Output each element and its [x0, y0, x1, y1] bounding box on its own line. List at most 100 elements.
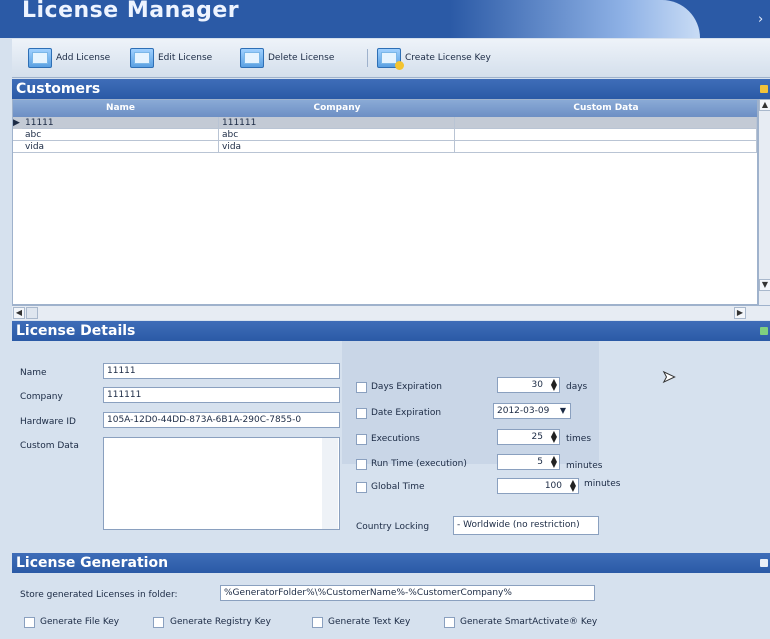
run-time-unit: minutes: [566, 461, 603, 471]
toolbar-separator: [367, 49, 368, 67]
grid-header: Name Company Custom Data: [13, 100, 757, 117]
global-time-value: 100: [544, 481, 562, 491]
date-expiration-label: Date Expiration: [371, 408, 442, 418]
close-icon[interactable]: ›: [758, 12, 763, 27]
column-header-name[interactable]: Name: [22, 100, 219, 117]
cell-custom-data[interactable]: [455, 129, 757, 141]
executions-stepper[interactable]: 25 ▲ ▼: [497, 429, 560, 445]
add-license-icon: [28, 48, 52, 68]
run-time-checkbox[interactable]: [356, 459, 367, 470]
global-time-checkbox[interactable]: [356, 482, 367, 493]
edit-license-button[interactable]: Edit License: [130, 47, 212, 69]
column-header-company[interactable]: Company: [219, 100, 455, 117]
text-key-checkbox[interactable]: [312, 617, 323, 628]
executions-label: Executions: [371, 434, 420, 444]
custom-data-label: Custom Data: [20, 441, 79, 451]
license-details-header: License Details: [12, 321, 770, 341]
edit-license-label: Edit License: [158, 53, 213, 63]
company-field[interactable]: 111111: [103, 387, 340, 403]
stepper-arrows-icon[interactable]: ▲ ▼: [551, 378, 557, 392]
column-header-custom-data[interactable]: Custom Data: [455, 100, 757, 117]
stepper-arrows-icon[interactable]: ▲ ▼: [551, 455, 557, 469]
hardware-id-label: Hardware ID: [20, 417, 76, 427]
executions-value: 25: [531, 432, 543, 442]
horizontal-scrollbar[interactable]: ◀ ▶: [12, 305, 770, 320]
table-row[interactable]: vida vida: [13, 141, 757, 153]
cell-company[interactable]: vida: [219, 141, 455, 153]
hardware-id-field[interactable]: 105A-12D0-44DD-873A-6B1A-290C-7855-0: [103, 412, 340, 428]
window-title: License Manager: [22, 0, 240, 23]
license-generation-header: License Generation: [12, 553, 770, 573]
days-expiration-label: Days Expiration: [371, 382, 443, 392]
cell-custom-data[interactable]: [455, 141, 757, 153]
name-label: Name: [20, 368, 47, 378]
run-time-value: 5: [537, 457, 543, 467]
cell-name[interactable]: abc: [13, 129, 219, 141]
customers-header: Customers: [12, 79, 770, 99]
cell-name[interactable]: vida: [13, 141, 219, 153]
date-expiration-checkbox[interactable]: [356, 408, 367, 419]
add-license-button[interactable]: Add License: [28, 47, 110, 69]
create-license-key-label: Create License Key: [405, 53, 491, 63]
date-value: 2012-03-09: [497, 406, 550, 416]
run-time-stepper[interactable]: 5 ▲ ▼: [497, 454, 560, 470]
executions-checkbox[interactable]: [356, 434, 367, 445]
file-key-checkbox[interactable]: [24, 617, 35, 628]
pin-icon[interactable]: [760, 559, 768, 567]
executions-unit: times: [566, 434, 592, 444]
smart-activate-key-checkbox[interactable]: [444, 617, 455, 628]
scroll-right-icon[interactable]: ▶: [734, 307, 746, 319]
custom-data-textarea[interactable]: [103, 437, 340, 530]
stepper-arrows-icon[interactable]: ▲ ▼: [570, 479, 576, 493]
customers-title: Customers: [16, 81, 101, 97]
global-time-unit: minutes: [584, 479, 621, 489]
edit-license-icon: [130, 48, 154, 68]
cell-company[interactable]: abc: [219, 129, 455, 141]
scroll-left-icon[interactable]: ◀: [13, 307, 25, 319]
row-selector-icon: ▶: [13, 118, 20, 128]
dropdown-arrow-icon[interactable]: ▼: [560, 404, 566, 418]
delete-license-icon: [240, 48, 264, 68]
customers-grid: Name Company Custom Data ▶ 11111 111111 …: [12, 99, 758, 305]
registry-key-label: Generate Registry Key: [170, 617, 271, 627]
cell-name[interactable]: 11111: [22, 117, 219, 129]
vertical-scrollbar[interactable]: ▲ ▼: [758, 99, 770, 305]
days-unit: days: [566, 382, 588, 392]
textarea-scrollbar[interactable]: [322, 438, 338, 529]
cell-custom-data[interactable]: [455, 117, 757, 129]
days-expiration-checkbox[interactable]: [356, 382, 367, 393]
store-folder-field[interactable]: %GeneratorFolder%\%CustomerName%-%Custom…: [220, 585, 595, 601]
title-band-fade: [450, 0, 700, 38]
scroll-down-icon[interactable]: ▼: [759, 279, 770, 291]
table-row[interactable]: abc abc: [13, 129, 757, 141]
run-time-label: Run Time (execution): [371, 459, 467, 469]
scroll-thumb[interactable]: [26, 307, 38, 319]
create-license-key-button[interactable]: Create License Key: [377, 47, 491, 70]
add-license-label: Add License: [56, 53, 111, 63]
pin-icon[interactable]: [760, 327, 768, 335]
window-title-bar: License Manager ›: [0, 0, 770, 38]
cell-company[interactable]: 111111: [219, 117, 455, 129]
mouse-cursor-icon: ➤: [661, 367, 676, 387]
table-row[interactable]: ▶ 11111 111111: [13, 117, 757, 129]
toolbar: Add License Edit License Delete License …: [12, 39, 770, 78]
name-field[interactable]: 11111: [103, 363, 340, 379]
country-locking-select[interactable]: - Worldwide (no restriction): [453, 516, 599, 535]
scroll-up-icon[interactable]: ▲: [759, 99, 770, 111]
registry-key-checkbox[interactable]: [153, 617, 164, 628]
license-generation-title: License Generation: [16, 555, 169, 571]
delete-license-button[interactable]: Delete License: [240, 47, 334, 69]
country-locking-label: Country Locking: [356, 522, 430, 532]
global-time-stepper[interactable]: 100 ▲ ▼: [497, 478, 579, 494]
days-value: 30: [531, 380, 543, 390]
pin-icon[interactable]: [760, 85, 768, 93]
delete-license-label: Delete License: [268, 53, 335, 63]
store-folder-label: Store generated Licenses in folder:: [20, 590, 178, 600]
smart-activate-key-label: Generate SmartActivate® Key: [460, 617, 598, 627]
global-time-label: Global Time: [371, 482, 425, 492]
date-expiration-picker[interactable]: 2012-03-09 ▼: [493, 403, 571, 419]
text-key-label: Generate Text Key: [328, 617, 411, 627]
file-key-label: Generate File Key: [40, 617, 120, 627]
stepper-arrows-icon[interactable]: ▲ ▼: [551, 430, 557, 444]
days-expiration-stepper[interactable]: 30 ▲ ▼: [497, 377, 560, 393]
